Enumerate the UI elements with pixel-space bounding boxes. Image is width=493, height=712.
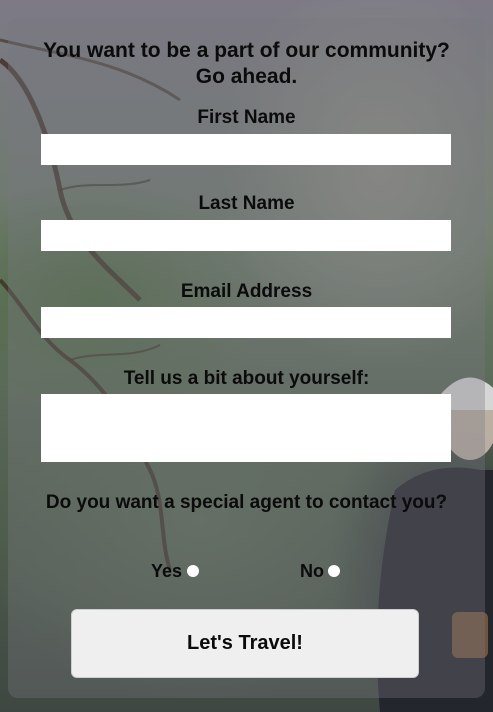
- heading-line-1: You want to be a part of our community?: [43, 39, 450, 62]
- radio-yes[interactable]: [187, 565, 199, 577]
- form-heading: You want to be a part of our community? …: [0, 38, 493, 90]
- radio-no[interactable]: [328, 565, 340, 577]
- lets-travel-button[interactable]: Let's Travel!: [71, 609, 419, 678]
- first-name-input[interactable]: [41, 134, 451, 165]
- radio-no-label[interactable]: No: [300, 560, 324, 582]
- heading-line-2: Go ahead.: [195, 65, 298, 88]
- email-input[interactable]: [41, 307, 451, 338]
- agent-question: Do you want a special agent to contact y…: [45, 492, 448, 513]
- about-label: Tell us a bit about yourself:: [123, 368, 370, 389]
- about-textarea[interactable]: [41, 394, 451, 462]
- last-name-label: Last Name: [198, 193, 295, 214]
- last-name-input[interactable]: [41, 220, 451, 251]
- first-name-label: First Name: [197, 107, 296, 128]
- radio-yes-label[interactable]: Yes: [151, 560, 182, 582]
- email-label: Email Address: [180, 281, 313, 302]
